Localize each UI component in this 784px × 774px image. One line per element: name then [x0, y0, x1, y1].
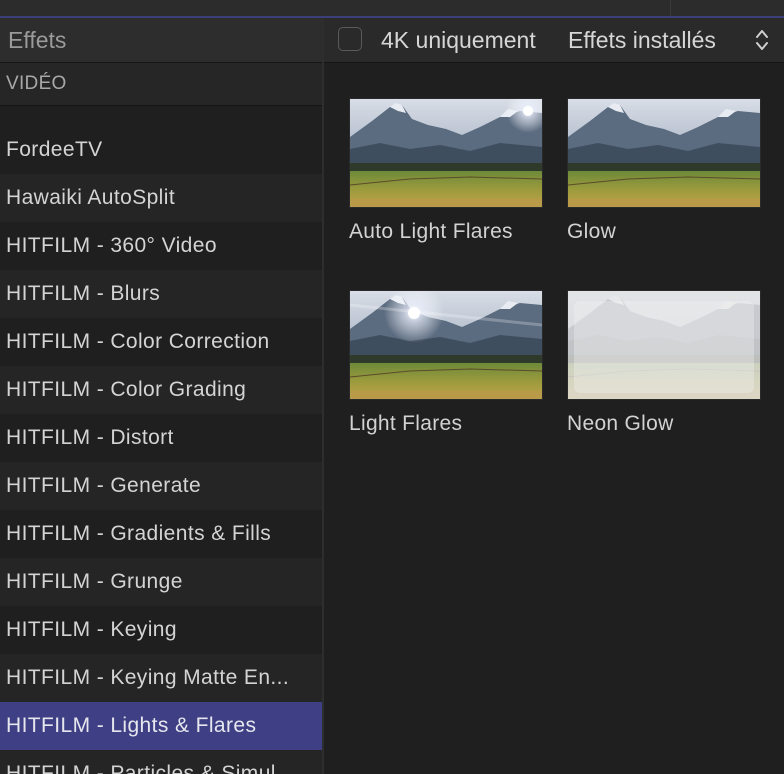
effect-tile-neon-glow[interactable]: Neon Glow: [567, 290, 761, 436]
4k-only-checkbox[interactable]: [338, 27, 362, 51]
sidebar-item[interactable]: HITFILM - Color Grading: [0, 366, 322, 414]
sidebar-item[interactable]: HITFILM - Particles & Simul...: [0, 750, 322, 774]
4k-only-label[interactable]: 4K uniquement: [381, 27, 536, 54]
section-header-video[interactable]: VIDÉO: [0, 63, 322, 106]
sidebar-item[interactable]: HITFILM - Grunge: [0, 558, 322, 606]
effects-sidebar: Effets VIDÉO FordeeTV Hawaiki AutoSplit HI…: [0, 18, 324, 774]
effects-grid: Auto Light Flares Glow Light Flares Neon…: [324, 62, 784, 774]
effect-tile-glow[interactable]: Glow: [567, 98, 761, 244]
thumbnail-landscape-flare-icon[interactable]: [349, 98, 543, 208]
sidebar-item[interactable]: HITFILM - Color Correction: [0, 318, 322, 366]
effect-tile-light-flares[interactable]: Light Flares: [349, 290, 543, 436]
sidebar-title: Effets: [0, 18, 322, 63]
sidebar-item[interactable]: HITFILM - Keying Matte En...: [0, 654, 322, 702]
sidebar-item[interactable]: HITFILM - Blurs: [0, 270, 322, 318]
sidebar-item[interactable]: HITFILM - Gradients & Fills: [0, 510, 322, 558]
thumbnail-landscape-washed-icon[interactable]: [567, 290, 761, 400]
chevron-updown-icon[interactable]: [754, 26, 770, 54]
sidebar-item[interactable]: HITFILM - Generate: [0, 462, 322, 510]
effects-browser: 4K uniquement Effets installés Auto Ligh…: [324, 18, 784, 774]
sidebar-item[interactable]: FordeeTV: [0, 126, 322, 174]
thumbnail-landscape-flare-icon[interactable]: [349, 290, 543, 400]
effect-label: Glow: [567, 220, 617, 243]
sidebar-item[interactable]: HITFILM - Lights & Flares: [0, 702, 322, 750]
title-bar-divider: [670, 0, 671, 16]
installed-effects-select[interactable]: Effets installés: [568, 27, 716, 54]
sidebar-spacer: [0, 106, 322, 126]
thumbnail-landscape-icon[interactable]: [567, 98, 761, 208]
browser-header: 4K uniquement Effets installés: [324, 18, 784, 63]
effect-label: Auto Light Flares: [349, 220, 513, 243]
sidebar-item[interactable]: HITFILM - 360° Video: [0, 222, 322, 270]
sidebar-item[interactable]: HITFILM - Keying: [0, 606, 322, 654]
effect-label: Light Flares: [349, 412, 463, 435]
effect-label: Neon Glow: [567, 412, 674, 435]
category-list: FordeeTV Hawaiki AutoSplit HITFILM - 360° …: [0, 126, 322, 774]
effect-tile-auto-light-flares[interactable]: Auto Light Flares: [349, 98, 543, 244]
sidebar-item[interactable]: HITFILM - Distort: [0, 414, 322, 462]
title-bar-strip: [0, 0, 784, 18]
sidebar-item[interactable]: Hawaiki AutoSplit: [0, 174, 322, 222]
